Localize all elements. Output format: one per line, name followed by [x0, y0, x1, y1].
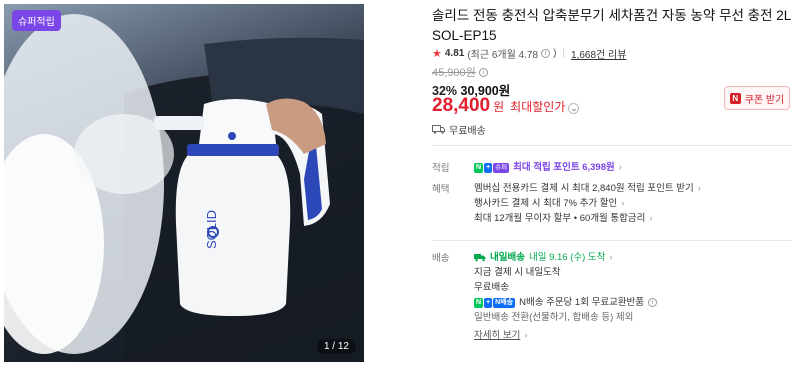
chevron-right-icon: › [618, 162, 622, 173]
perk-item[interactable]: 멤버십 전용카드 결제 시 최대 2,840원 적립 포인트 받기 › [474, 181, 784, 196]
badge-nbaesong: N배송 [493, 297, 516, 308]
truck-icon [432, 125, 445, 134]
naver-plus-badge: N + N배송 [474, 297, 516, 308]
badge-n: N [474, 162, 484, 173]
divider-bar: | [562, 48, 566, 59]
perk-text: 최대 12개월 무이자 할부 • 60개월 통합금리 [474, 213, 646, 224]
chevron-right-icon: › [524, 330, 528, 341]
delivery-line: 일반배송 전환(선물하기, 합배송 등) 제외 [474, 312, 634, 323]
product-info-panel: 솔리드 전동 충전식 압축분무기 세차폼건 자동 농약 무선 충전 2L SOL… [432, 0, 800, 370]
perk-label: 혜택 [432, 184, 450, 195]
section-divider [432, 240, 792, 241]
free-shipping-row: 무료배송 [432, 122, 486, 137]
delivery-line: 무료배송 [474, 282, 509, 293]
chevron-down-icon[interactable]: ⌄ [568, 103, 580, 114]
perk-text: 행사카드 결제 시 최대 7% 추가 할인 [474, 198, 618, 209]
tomorrow-delivery-tag: 내일배송 [490, 252, 525, 263]
truck-icon [474, 254, 486, 262]
image-counter: 1 / 12 [316, 339, 356, 354]
delivery-label: 배송 [432, 253, 450, 264]
rating-close: ) [553, 48, 557, 59]
chevron-right-icon: › [649, 213, 653, 224]
product-photo-illustration: SOLID [4, 14, 364, 362]
naver-plus-super-badge: N + 슈퍼 [474, 162, 510, 173]
arrival-date: 내일 9.16 (수) 도착 [528, 252, 606, 263]
star-icon: ★ [432, 48, 442, 60]
product-image[interactable]: SOLID 슈퍼적립 1 / 12 [4, 4, 364, 362]
badge-super: 슈퍼 [493, 162, 510, 173]
section-divider [432, 145, 792, 146]
perk-item[interactable]: 행사카드 결제 시 최대 7% 추가 할인 › [474, 196, 784, 211]
badge-plus: + [484, 162, 493, 173]
nplus-delivery-line: N + N배송 N배송 주문당 1회 무료교환반품 i [474, 295, 784, 310]
original-price-row: 45,900원 i [432, 64, 488, 80]
rating-detail: (최근 6개월 4.78 [467, 50, 539, 61]
more-link-line: 자세히 보기 › [474, 328, 784, 343]
chevron-right-icon[interactable]: › [609, 250, 612, 265]
perk-text: 멤버십 전용카드 결제 시 최대 2,840원 적립 포인트 받기 [474, 183, 694, 194]
super-point-badge: 슈퍼적립 [12, 10, 61, 31]
price-info-icon[interactable]: i [478, 67, 488, 77]
free-shipping-text: 무료배송 [449, 126, 486, 137]
nplus-text: N배송 주문당 1회 무료교환반품 [519, 297, 645, 308]
max-point-text: 최대 적립 포인트 6,398원 [513, 162, 615, 173]
coupon-button[interactable]: N 쿠폰 받기 [724, 86, 790, 110]
final-price: 28,400 [432, 95, 491, 116]
original-price: 45,900원 [432, 67, 476, 79]
final-price-row: 28,400 원 최대할인가 ⌄ [432, 95, 580, 117]
naver-n-icon: N [729, 92, 741, 104]
badge-plus: + [484, 297, 493, 308]
info-icon[interactable]: i [648, 298, 658, 307]
point-line[interactable]: N + 슈퍼 최대 적립 포인트 6,398원 › [474, 160, 784, 175]
max-discount-label[interactable]: 최대할인가 [510, 98, 565, 115]
more-details-link[interactable]: 자세히 보기 [474, 328, 520, 343]
product-title: 솔리드 전동 충전식 압축분무기 세차폼건 자동 농약 무선 충전 2L SOL… [432, 8, 791, 43]
rating-score: 4.81 [444, 48, 465, 59]
chevron-right-icon: › [621, 198, 625, 209]
final-price-unit: 원 [493, 100, 505, 114]
perk-item[interactable]: 최대 12개월 무이자 할부 • 60개월 통합금리 › [474, 211, 784, 226]
info-icon[interactable]: i [541, 49, 551, 58]
delivery-line: 지금 결제 시 내일도착 [474, 267, 561, 278]
point-label: 적립 [432, 163, 450, 174]
review-count-link[interactable]: 1,668건 리뷰 [571, 46, 626, 61]
badge-n: N [474, 297, 484, 308]
delivery-eta: 내일배송 내일 9.16 (수) 도착 › [474, 250, 784, 265]
coupon-button-label: 쿠폰 받기 [744, 94, 785, 106]
chevron-right-icon: › [697, 183, 701, 194]
rating-row: ★ 4.81 (최근 6개월 4.78 i ) | 1,668건 리뷰 [432, 46, 626, 61]
